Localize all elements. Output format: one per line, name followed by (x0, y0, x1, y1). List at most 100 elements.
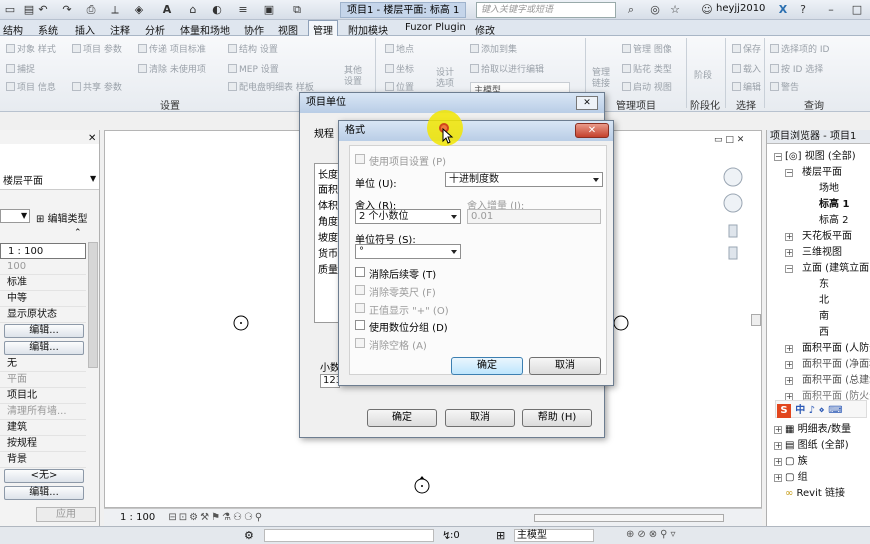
star-icon[interactable]: ☆ (668, 3, 682, 17)
edit-selection-button[interactable]: 编辑 (732, 80, 761, 93)
warnings-button[interactable]: 警告 (770, 80, 799, 93)
tree-area-civil-defense[interactable]: 面积平面 (人防分区面积) (802, 343, 870, 355)
coordinates-button[interactable]: 坐标 (385, 62, 414, 75)
digit-grouping-checkbox[interactable] (355, 320, 365, 330)
additional-settings-button[interactable]: 其他 设置 (344, 66, 366, 88)
expand-toggle[interactable]: + (774, 458, 782, 466)
collapse-toggle[interactable]: − (785, 169, 793, 177)
manage-links-button[interactable]: 管理 链接 (592, 68, 614, 90)
tab-manage[interactable]: 管理 (308, 20, 338, 37)
measure-icon[interactable]: ⟂ (108, 3, 122, 17)
underlay[interactable]: 无 (0, 356, 86, 372)
detail-level[interactable]: 中等 (0, 291, 86, 307)
tab-insert[interactable]: 插入 (75, 22, 95, 37)
project-info-button[interactable]: 项目 信息 (6, 80, 56, 93)
design-options-icon[interactable]: ⊞ (496, 529, 505, 542)
view-scale[interactable]: 1 : 100 (120, 512, 155, 523)
tab-systems[interactable]: 系统 (38, 22, 58, 37)
expand-toggle[interactable]: + (785, 233, 793, 241)
suppress-trailing-zeros-checkbox[interactable] (355, 267, 365, 277)
expand-toggle[interactable]: + (774, 442, 782, 450)
units-cancel-button[interactable]: 取消 (445, 409, 515, 427)
tree-schedules[interactable]: ▦ 明细表/数量 (785, 424, 851, 436)
view-control-icons[interactable]: ⊟⊡⚙⚒⚑⚗⚇⚆⚲ (168, 512, 264, 523)
apply-button[interactable]: 应用 (36, 507, 96, 522)
units-ok-button[interactable]: 确定 (367, 409, 437, 427)
design-options-button[interactable]: 设计 选项 (436, 68, 458, 90)
suppress-spaces-checkbox[interactable] (355, 338, 365, 348)
tree-west[interactable]: 西 (819, 327, 829, 339)
filter-select[interactable]: ▼ (0, 209, 30, 223)
unit-row-angle[interactable]: 角度 (318, 213, 338, 228)
tab-structure[interactable]: 结构 (3, 22, 23, 37)
open-icon[interactable]: ▭ (3, 3, 17, 17)
binoculars-icon[interactable]: ⌕ (624, 3, 638, 17)
manage-images-button[interactable]: 管理 图像 (622, 42, 672, 55)
suppress-zero-feet-checkbox[interactable] (355, 285, 365, 295)
parts-visibility[interactable]: 显示原状态 (0, 307, 86, 323)
unit-row-area[interactable]: 面积 (318, 181, 338, 196)
main-model-select[interactable]: 主模型 (514, 529, 594, 542)
edit-type-button[interactable]: ⊞ 编辑类型 (36, 210, 88, 225)
show-plus-sign-checkbox[interactable] (355, 303, 365, 313)
input-method-icon[interactable]: S (777, 404, 791, 418)
3d-view-icon[interactable]: ⌂ (186, 3, 200, 17)
object-styles-button[interactable]: 对象 样式 (6, 42, 56, 55)
save-selection-button[interactable]: 保存 (732, 42, 761, 55)
tab-massing-site[interactable]: 体量和场地 (180, 22, 230, 37)
expand-toggle[interactable]: + (785, 377, 793, 385)
ime-toolbar[interactable]: S 中 ♪ ⋄ ⌨ (775, 400, 867, 418)
print-icon[interactable]: ⎙ (84, 3, 98, 17)
close-icon[interactable]: ✕ (88, 133, 96, 144)
tree-views-all[interactable]: [◎] 视图 (全部) (785, 151, 856, 163)
exchange-icon[interactable]: X (776, 3, 790, 17)
tab-fuzor-plugin[interactable]: Fuzor Plugin (405, 22, 466, 33)
close-icon[interactable]: ✕ (576, 96, 598, 110)
display-model[interactable]: 标准 (0, 275, 86, 291)
rounding-select[interactable]: 2 个小数位 (355, 209, 461, 224)
navigation-bar[interactable] (717, 167, 747, 297)
tree-revit-links[interactable]: ∞ Revit 链接 (785, 488, 845, 500)
project-parameters-button[interactable]: 项目 参数 (72, 42, 122, 55)
tree-level-2[interactable]: 标高 2 (819, 215, 849, 227)
phases-button[interactable]: 阶段 (694, 68, 712, 81)
vertical-scrollbar-thumb[interactable] (751, 314, 761, 326)
tree-site[interactable]: 场地 (819, 183, 839, 195)
unit-row-slope[interactable]: 坡度 (318, 229, 338, 244)
tree-floor-plans[interactable]: 楼层平面 (802, 167, 842, 179)
tab-modify[interactable]: 修改 (475, 22, 495, 37)
mep-settings-button[interactable]: MEP 设置 (228, 62, 279, 75)
color-scheme-button[interactable]: <无> (4, 469, 84, 483)
text-icon[interactable]: A (160, 3, 174, 17)
show-hidden-lines[interactable]: 按规程 (0, 436, 86, 452)
undo-icon[interactable]: ↶ (36, 3, 50, 17)
pick-to-edit-button[interactable]: 拾取以进行编辑 (470, 62, 544, 75)
elevation-marker-west[interactable] (231, 313, 253, 333)
input-mode-icons[interactable]: 中 ♪ ⋄ ⌨ (795, 405, 843, 416)
thin-lines-icon[interactable]: ≡ (236, 3, 250, 17)
collapse-toggle[interactable]: − (785, 265, 793, 273)
unit-row-currency[interactable]: 货币 (318, 245, 338, 260)
units-help-button[interactable]: 帮助 (H) (522, 409, 592, 427)
view-window-controls[interactable]: ▭ □ ✕ (714, 135, 744, 145)
decal-types-button[interactable]: 贴花 类型 (622, 62, 672, 75)
tree-ceiling-plans[interactable]: 天花板平面 (802, 231, 852, 243)
load-selection-button[interactable]: 载入 (732, 62, 761, 75)
properties-scrollbar[interactable] (88, 242, 98, 368)
unit-symbol-select[interactable]: ° (355, 244, 461, 259)
switch-windows-icon[interactable]: ⧉ (290, 3, 304, 17)
user-name[interactable]: heyjj2010 (716, 3, 765, 14)
close-icon[interactable]: ✕ (575, 123, 609, 138)
shared-parameters-button[interactable]: 共享 参数 (72, 80, 122, 93)
type-selector[interactable]: 楼层平面 ▼ (0, 144, 99, 190)
tab-collaborate[interactable]: 协作 (244, 22, 264, 37)
tree-elevations[interactable]: 立面 (建筑立面) (802, 263, 870, 275)
maximize-icon[interactable]: □ (850, 3, 864, 17)
selection-filter-icons[interactable]: ⊕⊘⊗⚲▿ (626, 529, 678, 540)
workset-select[interactable] (264, 529, 434, 542)
units-select[interactable]: 十进制度数 (445, 172, 603, 187)
color-scheme-location[interactable]: 背景 (0, 452, 86, 468)
tab-annotate[interactable]: 注释 (110, 22, 130, 37)
save-icon[interactable]: ▤ (22, 3, 36, 17)
expand-toggle[interactable]: + (774, 426, 782, 434)
